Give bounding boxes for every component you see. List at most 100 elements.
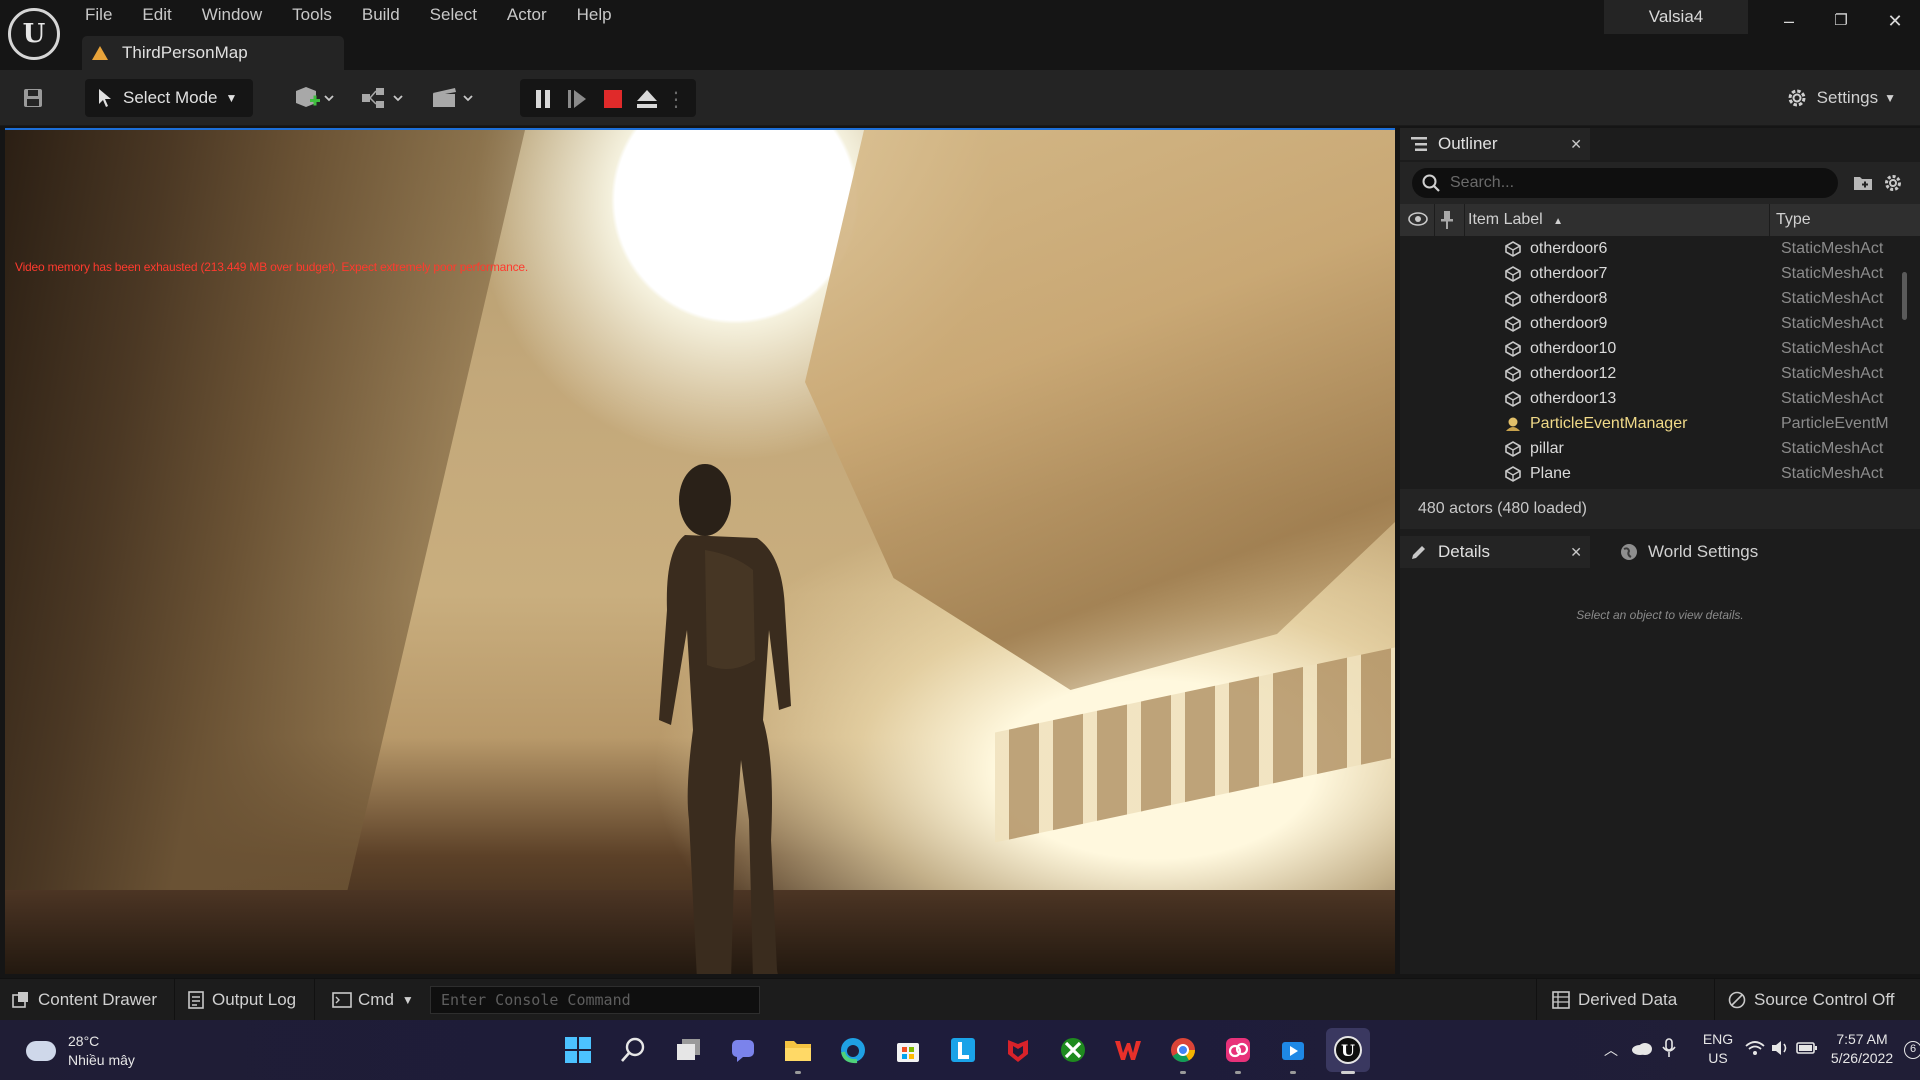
- battery-icon[interactable]: [1796, 1040, 1818, 1061]
- chrome-icon[interactable]: [1161, 1028, 1205, 1074]
- unreal-logo-icon[interactable]: U: [8, 8, 60, 60]
- column-item-label-text: Item Label: [1468, 211, 1543, 228]
- select-mode-dropdown[interactable]: Select Mode ▼: [85, 79, 253, 117]
- file-explorer-icon[interactable]: [776, 1028, 820, 1074]
- globe-icon: [1621, 544, 1637, 560]
- store-icon[interactable]: [886, 1028, 930, 1072]
- video-memory-warning: Video memory has been exhausted (213.449…: [15, 260, 529, 274]
- edge-icon[interactable]: [831, 1028, 875, 1072]
- visibility-eye-icon[interactable]: [1408, 210, 1428, 233]
- column-type[interactable]: Type: [1776, 204, 1811, 236]
- content-drawer-icon: [12, 992, 28, 1008]
- creative-cloud-icon[interactable]: [1216, 1028, 1260, 1074]
- outliner-row-type: StaticMeshAct: [1781, 239, 1884, 257]
- task-view-icon[interactable]: [666, 1028, 710, 1072]
- menu-actor[interactable]: Actor: [492, 0, 562, 32]
- mcafee-icon[interactable]: [996, 1028, 1040, 1072]
- outliner-row[interactable]: Plane StaticMeshAct: [1400, 461, 1908, 486]
- media-player-icon[interactable]: [1271, 1028, 1315, 1074]
- content-drawer-button[interactable]: Content Drawer: [12, 979, 157, 1021]
- menu-build[interactable]: Build: [347, 0, 415, 32]
- cinematics-icon[interactable]: [428, 80, 478, 116]
- console-command-input[interactable]: [430, 986, 760, 1014]
- outliner-row-label: otherdoor8: [1530, 289, 1608, 307]
- outliner-row[interactable]: otherdoor12 StaticMeshAct: [1400, 361, 1908, 386]
- wps-office-icon[interactable]: [1106, 1028, 1150, 1072]
- outliner-row-label: ParticleEventManager: [1530, 414, 1688, 432]
- add-actor-icon[interactable]: [288, 80, 338, 116]
- pause-icon[interactable]: [528, 81, 558, 117]
- close-icon[interactable]: ✕: [1570, 136, 1582, 153]
- microphone-icon[interactable]: [1662, 1038, 1676, 1063]
- launcher-l-icon[interactable]: [941, 1028, 985, 1072]
- column-item-label[interactable]: Item Label ▲: [1468, 204, 1563, 236]
- blueprint-icon[interactable]: [358, 80, 408, 116]
- outliner-scrollbar[interactable]: [1902, 272, 1907, 320]
- clock-date: 5/26/2022: [1830, 1050, 1894, 1066]
- windows-start-icon[interactable]: [556, 1028, 600, 1072]
- tab-outliner[interactable]: Outliner ✕: [1400, 128, 1590, 160]
- svg-text:U: U: [1341, 1041, 1355, 1060]
- outliner-row[interactable]: pillar StaticMeshAct: [1400, 436, 1908, 461]
- outliner-row-type: ParticleEventM: [1781, 414, 1889, 432]
- level-viewport[interactable]: Video memory has been exhausted (213.449…: [5, 128, 1395, 974]
- details-empty-message: Select an object to view details.: [1576, 608, 1744, 622]
- outliner-row[interactable]: otherdoor7 StaticMeshAct: [1400, 261, 1908, 286]
- outliner-row-label: otherdoor12: [1530, 364, 1617, 382]
- stop-icon[interactable]: [598, 81, 628, 117]
- source-control-button[interactable]: Source Control Off: [1728, 979, 1894, 1021]
- static-mesh-icon: [1505, 465, 1521, 482]
- pin-icon[interactable]: [1440, 210, 1454, 235]
- outliner-row[interactable]: otherdoor6 StaticMeshAct: [1400, 236, 1908, 261]
- close-icon[interactable]: ✕: [1570, 544, 1582, 561]
- menu-tools[interactable]: Tools: [277, 0, 347, 32]
- minimize-button[interactable]: –: [1772, 6, 1806, 36]
- actor-pawn-icon: [1506, 417, 1520, 431]
- save-icon[interactable]: [16, 80, 50, 116]
- cmd-dropdown[interactable]: Cmd ▼: [332, 979, 414, 1021]
- map-tab[interactable]: ThirdPersonMap: [82, 36, 344, 70]
- add-folder-icon[interactable]: [1852, 172, 1874, 194]
- select-mode-label: Select Mode: [123, 88, 218, 107]
- weather-widget[interactable]: 28°C Nhiều mây: [26, 1032, 135, 1070]
- map-tab-label: ThirdPersonMap: [122, 43, 248, 62]
- menu-file[interactable]: File: [70, 0, 127, 32]
- unreal-engine-icon[interactable]: U: [1326, 1028, 1370, 1074]
- onedrive-icon[interactable]: [1631, 1040, 1653, 1061]
- menu-select[interactable]: Select: [415, 0, 492, 32]
- language-indicator[interactable]: ENG US: [1698, 1030, 1738, 1068]
- static-mesh-icon: [1505, 440, 1521, 457]
- outliner-row[interactable]: ParticleEventManager ParticleEventM: [1400, 411, 1908, 436]
- clock[interactable]: 7:57 AM 5/26/2022: [1822, 1030, 1902, 1068]
- tab-world-settings[interactable]: World Settings: [1610, 536, 1810, 568]
- project-name: Valsia4: [1604, 0, 1748, 34]
- xbox-icon[interactable]: [1051, 1028, 1095, 1072]
- outliner-row-label: pillar: [1530, 439, 1564, 457]
- outliner-row[interactable]: otherdoor8 StaticMeshAct: [1400, 286, 1908, 311]
- static-mesh-icon: [1505, 390, 1521, 407]
- wifi-icon[interactable]: [1744, 1039, 1766, 1062]
- cursor-icon: [99, 89, 111, 107]
- outliner-search-input[interactable]: [1450, 174, 1830, 192]
- menu-help[interactable]: Help: [562, 0, 627, 32]
- chevron-up-icon[interactable]: ︿: [1604, 1040, 1618, 1060]
- notification-badge[interactable]: 6: [1904, 1041, 1920, 1059]
- frame-skip-icon[interactable]: [562, 81, 592, 117]
- outliner-row[interactable]: otherdoor9 StaticMeshAct: [1400, 311, 1908, 336]
- volume-icon[interactable]: [1770, 1039, 1790, 1062]
- more-options-icon[interactable]: ⋮: [666, 81, 686, 117]
- outliner-row[interactable]: otherdoor10 StaticMeshAct: [1400, 336, 1908, 361]
- settings-button[interactable]: Settings ▼: [1785, 80, 1896, 116]
- output-log-button[interactable]: Output Log: [188, 979, 296, 1021]
- menu-window[interactable]: Window: [187, 0, 277, 32]
- tab-details[interactable]: Details ✕: [1400, 536, 1590, 568]
- search-icon[interactable]: [611, 1028, 655, 1072]
- gear-icon[interactable]: [1882, 172, 1904, 194]
- teams-chat-icon[interactable]: [721, 1028, 765, 1072]
- restore-button[interactable]: ❐: [1824, 6, 1858, 36]
- eject-icon[interactable]: [632, 81, 662, 117]
- outliner-row[interactable]: otherdoor13 StaticMeshAct: [1400, 386, 1908, 411]
- derived-data-button[interactable]: Derived Data: [1552, 979, 1677, 1021]
- close-button[interactable]: ✕: [1878, 6, 1912, 36]
- menu-edit[interactable]: Edit: [127, 0, 186, 32]
